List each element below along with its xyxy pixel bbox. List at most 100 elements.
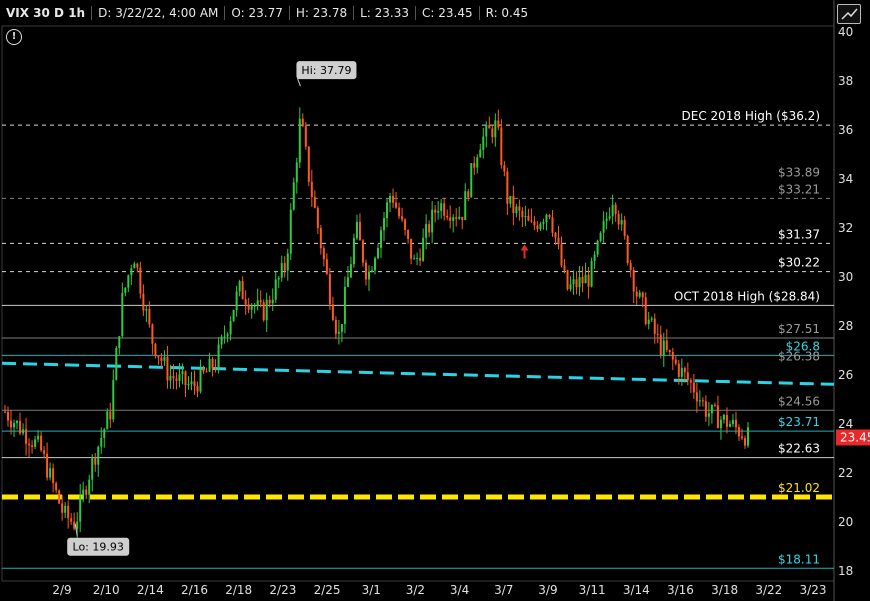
- candle-body: [355, 221, 358, 239]
- level-label: $22.63: [778, 442, 820, 456]
- candle-body: [557, 237, 560, 245]
- candle-body: [479, 149, 482, 158]
- candle-body: [175, 378, 178, 381]
- candle-body: [641, 292, 644, 298]
- candle-body: [232, 309, 235, 322]
- x-tick-label: 3/9: [538, 583, 557, 597]
- candle-body: [106, 411, 109, 430]
- candle-body: [395, 202, 398, 208]
- candle-body: [383, 218, 386, 231]
- candle-body: [301, 118, 304, 127]
- candle-body: [515, 206, 518, 214]
- level-label: $27.51: [778, 322, 820, 336]
- candle-body: [178, 374, 181, 381]
- candle-body: [97, 446, 100, 465]
- candle-body: [196, 386, 199, 392]
- candle-body: [389, 196, 392, 203]
- candle-body: [437, 210, 440, 213]
- candle-body: [665, 340, 668, 350]
- candle-body: [235, 291, 238, 310]
- candle-body: [64, 505, 67, 513]
- candle-body: [521, 210, 524, 218]
- y-tick-label: 26: [838, 368, 853, 382]
- candle-body: [292, 182, 295, 210]
- x-tick-label: 3/22: [755, 583, 782, 597]
- candle-body: [253, 305, 256, 307]
- candle-body: [533, 221, 536, 226]
- y-tick-label: 18: [838, 564, 853, 578]
- candle-body: [518, 206, 521, 211]
- x-tick-label: 3/1: [362, 583, 381, 597]
- candle-body: [352, 238, 355, 265]
- candle-body: [31, 445, 34, 447]
- candle-body: [398, 207, 401, 217]
- y-tick-label: 32: [838, 221, 853, 235]
- candle-body: [136, 263, 139, 268]
- candle-body: [304, 126, 307, 147]
- high-marker-label: Hi: 37.79: [301, 64, 351, 77]
- candle-body: [566, 270, 569, 290]
- candle-body: [46, 453, 49, 478]
- candle-body: [145, 309, 148, 311]
- level-label: DEC 2018 High ($36.2): [682, 109, 820, 123]
- x-tick-label: 2/10: [93, 583, 120, 597]
- candle-body: [265, 299, 268, 321]
- candle-body: [286, 253, 289, 271]
- level-label: $18.11: [778, 552, 820, 566]
- candle-body: [401, 216, 404, 220]
- candle-body: [590, 260, 593, 287]
- candle-body: [551, 217, 554, 233]
- candle-body: [343, 286, 346, 325]
- candle-body: [716, 405, 719, 429]
- candle-body: [115, 347, 118, 381]
- candle-body: [208, 358, 211, 372]
- y-tick-label: 28: [838, 319, 853, 333]
- candle-body: [259, 300, 262, 303]
- candle-body: [638, 292, 641, 297]
- candle-body: [19, 420, 22, 434]
- candle-body: [392, 196, 395, 203]
- y-tick-label: 30: [838, 270, 853, 284]
- candle-body: [506, 171, 509, 204]
- candle-body: [542, 222, 545, 224]
- candle-body: [217, 344, 220, 369]
- candle-body: [373, 258, 376, 271]
- candle-body: [16, 420, 19, 424]
- candle-body: [325, 259, 328, 274]
- candle-body: [226, 334, 229, 337]
- candle-body: [491, 128, 494, 138]
- trendline: [1, 361, 835, 386]
- candle-body: [731, 420, 734, 425]
- candle-body: [91, 457, 94, 480]
- candle-body: [256, 300, 259, 306]
- candle-body: [425, 224, 428, 238]
- candle-body: [431, 209, 434, 233]
- y-tick-label: 20: [838, 515, 853, 529]
- candle-body: [467, 191, 470, 198]
- candle-body: [13, 423, 16, 428]
- candle-body: [620, 220, 623, 225]
- candle-body: [635, 291, 638, 297]
- candle-body: [560, 244, 563, 266]
- candle-body: [205, 371, 208, 373]
- candle-body: [271, 299, 274, 304]
- candle-body: [680, 368, 683, 377]
- candle-body: [58, 490, 61, 504]
- candle-body: [274, 279, 277, 300]
- x-tick-label: 2/14: [137, 583, 164, 597]
- level-label: OCT 2018 High ($28.84): [674, 289, 820, 303]
- candle-body: [485, 125, 488, 137]
- candle-body: [250, 305, 253, 310]
- y-tick-label: 40: [838, 25, 853, 39]
- candle-body: [536, 225, 539, 230]
- candle-body: [223, 336, 226, 338]
- candle-body: [199, 367, 202, 392]
- x-tick-label: 3/7: [494, 583, 513, 597]
- x-tick-label: 2/9: [52, 583, 71, 597]
- level-label: $33.89: [778, 166, 820, 180]
- candle-body: [307, 146, 310, 182]
- y-tick-label: 22: [838, 466, 853, 480]
- candle-body: [163, 356, 166, 361]
- price-chart[interactable]: 18 20 22 24 26 28 30 32 34 36 38 40 2/9 2/10 2/14 2/16 2…: [0, 0, 870, 601]
- level-label: $26.38: [778, 350, 820, 364]
